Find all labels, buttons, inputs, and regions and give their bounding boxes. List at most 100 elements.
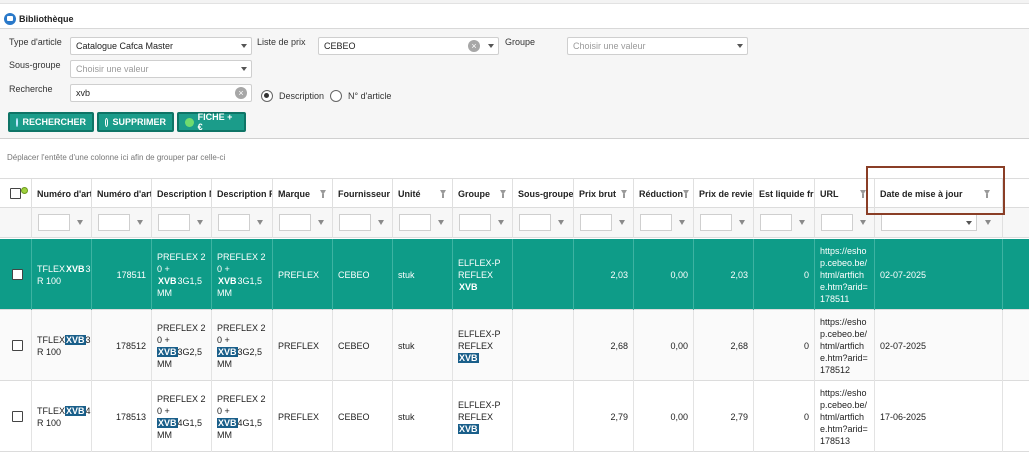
filter-icon[interactable]: [320, 190, 326, 198]
filter-icon[interactable]: [985, 220, 991, 225]
filter-input[interactable]: [399, 214, 431, 231]
article-url-link[interactable]: https://eshop.cebeo.be/html/artfiche.htm…: [820, 316, 869, 376]
filter-icon[interactable]: [860, 190, 866, 198]
filter-icon[interactable]: [440, 190, 446, 198]
filter-icon[interactable]: [739, 220, 745, 225]
desc-fr-prefix: PREFLEX 20 +: [217, 393, 266, 416]
type-article-select[interactable]: Catalogue Cafca Master: [70, 37, 252, 55]
select-all-checkbox[interactable]: [10, 188, 21, 199]
filter-input[interactable]: [339, 214, 371, 231]
cell-price: 2,68: [574, 310, 634, 381]
cell-number: 178511: [92, 239, 152, 310]
col-header-refrigerant[interactable]: Est liquide frigorifique: [754, 179, 815, 209]
radio-article-number-label: N° d'article: [348, 91, 392, 101]
liste-prix-select[interactable]: CEBEO ×: [318, 37, 499, 55]
chevron-down-icon: [241, 67, 247, 71]
filter-input[interactable]: [218, 214, 250, 231]
type-article-label: Type d'article: [9, 37, 62, 47]
filter-icon[interactable]: [619, 220, 625, 225]
col-header-subgroup[interactable]: Sous-groupe: [513, 179, 574, 209]
filter-icon[interactable]: [860, 220, 866, 225]
filter-input[interactable]: [519, 214, 551, 231]
filter-cell-discount: [634, 208, 694, 238]
filter-input[interactable]: [760, 214, 792, 231]
table-row[interactable]: TFLEXXVB3G1,5 R 100 178511 PREFLEX 20 + …: [0, 239, 1029, 310]
filter-input[interactable]: [700, 214, 732, 231]
filter-input[interactable]: [38, 214, 70, 231]
filter-icon[interactable]: [318, 220, 324, 225]
radio-description[interactable]: [261, 90, 273, 102]
cell-url[interactable]: https://eshop.cebeo.be/html/artfiche.htm…: [815, 310, 875, 381]
col-header-number[interactable]: Numéro d'article: [92, 179, 152, 209]
cell-code: TFLEXXVB4G R 100: [32, 381, 92, 452]
filter-cell-url: [815, 208, 875, 238]
filter-input[interactable]: [279, 214, 311, 231]
col-header-unit[interactable]: Unité: [393, 179, 453, 209]
row-checkbox[interactable]: [12, 269, 23, 280]
col-header-discount[interactable]: Réduction: [634, 179, 694, 209]
filter-input[interactable]: [821, 214, 853, 231]
search-term-highlight: XVB: [218, 275, 237, 286]
filter-icon[interactable]: [438, 220, 444, 225]
col-header-desc-nl[interactable]: Description NL: [152, 179, 212, 209]
filter-icon[interactable]: [500, 190, 506, 198]
search-term-highlight: XVB: [66, 263, 85, 274]
filter-icon[interactable]: [558, 220, 564, 225]
filter-icon[interactable]: [137, 220, 143, 225]
col-header-supplier[interactable]: Fournisseur en: [333, 179, 393, 209]
sous-groupe-select[interactable]: Choisir une valeur: [70, 60, 252, 78]
row-select-cell: [0, 239, 32, 310]
radio-description-label: Description: [279, 91, 325, 101]
filter-input[interactable]: [158, 214, 190, 231]
filter-input[interactable]: [98, 214, 130, 231]
row-select-cell: [0, 381, 32, 452]
cell-code: TFLEXXVB3G1,5 R 100: [32, 239, 92, 310]
col-header-url[interactable]: URL: [815, 179, 875, 209]
search-term-highlight: XVB: [459, 281, 478, 292]
filter-icon[interactable]: [498, 220, 504, 225]
filter-icon[interactable]: [77, 220, 83, 225]
filter-input[interactable]: [459, 214, 491, 231]
clear-icon[interactable]: ×: [468, 40, 480, 52]
table-row[interactable]: TFLEXXVB4G R 100 178513 PREFLEX 20 + XVB…: [0, 381, 1029, 452]
filter-input[interactable]: [640, 214, 672, 231]
chevron-down-icon: [966, 221, 972, 225]
col-header-group[interactable]: Groupe: [453, 179, 513, 209]
article-url-link[interactable]: https://eshop.cebeo.be/html/artfiche.htm…: [820, 245, 869, 305]
col-header-price[interactable]: Prix brut: [574, 179, 634, 209]
filter-icon[interactable]: [679, 220, 685, 225]
filter-icon[interactable]: [197, 220, 203, 225]
radio-article-number[interactable]: [330, 90, 342, 102]
article-url-link[interactable]: https://eshop.cebeo.be/html/artfiche.htm…: [820, 387, 869, 447]
cell-url[interactable]: https://eshop.cebeo.be/html/artfiche.htm…: [815, 239, 875, 310]
date-filter-select[interactable]: [881, 214, 977, 231]
filter-icon[interactable]: [984, 190, 990, 198]
sheet-button[interactable]: FICHE + €: [177, 112, 246, 132]
filter-icon[interactable]: [257, 220, 263, 225]
col-header-code[interactable]: Numéro d'article: [32, 179, 92, 209]
col-header-desc-fr[interactable]: Description FR: [212, 179, 273, 209]
cell-url[interactable]: https://eshop.cebeo.be/html/artfiche.htm…: [815, 381, 875, 452]
filter-row: [0, 208, 1029, 238]
search-button[interactable]: RECHERCHER: [8, 112, 94, 132]
search-input[interactable]: xvb ×: [70, 84, 252, 102]
row-checkbox[interactable]: [12, 340, 23, 351]
filter-icon[interactable]: [621, 190, 627, 198]
cell-group: ELFLEX-PREFLEX XVB: [453, 381, 513, 452]
row-checkbox[interactable]: [12, 411, 23, 422]
search-term-highlight: XVB: [458, 423, 479, 434]
filter-icon[interactable]: [378, 220, 384, 225]
groupe-select[interactable]: Choisir une valeur: [567, 37, 748, 55]
col-header-date[interactable]: Date de mise à jour: [875, 179, 1003, 209]
col-header-cost[interactable]: Prix de revient: [694, 179, 754, 209]
filter-icon[interactable]: [683, 190, 689, 198]
filter-cell-cost: [694, 208, 754, 238]
filter-input[interactable]: [580, 214, 612, 231]
top-strip: [0, 0, 1029, 4]
col-header-brand[interactable]: Marque: [273, 179, 333, 209]
filter-icon[interactable]: [799, 220, 805, 225]
table-row[interactable]: TFLEXXVB3G2 R 100 178512 PREFLEX 20 + XV…: [0, 310, 1029, 381]
delete-button[interactable]: SUPPRIMER: [97, 112, 174, 132]
chevron-down-icon: [241, 44, 247, 48]
clear-icon[interactable]: ×: [235, 87, 247, 99]
